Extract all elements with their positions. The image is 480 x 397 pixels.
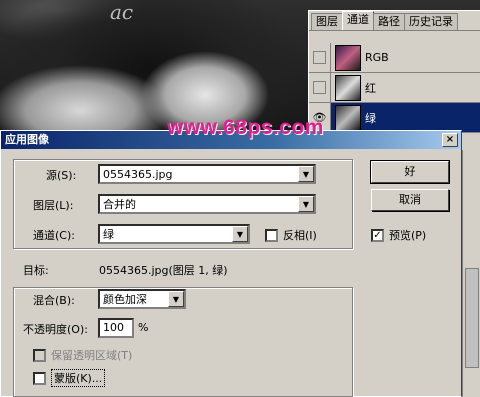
channel-thumbnail [335, 74, 361, 101]
layer-label: 图层(L): [33, 199, 74, 212]
target-label: 目标: [23, 264, 49, 277]
dialog-titlebar[interactable]: 应用图像 www.68ps.com × [1, 117, 461, 149]
channel-select[interactable]: 绿 ▼ [98, 224, 250, 244]
checkbox-box[interactable] [33, 371, 46, 385]
preserve-transparency-label: 保留透明区域(T) [51, 349, 133, 362]
preview-label: 预览(P) [389, 229, 427, 242]
watermark-logo: www.68ps.com [167, 116, 324, 139]
channel-row-red[interactable]: 红 [309, 72, 480, 103]
chevron-down-icon[interactable]: ▼ [232, 226, 248, 242]
dialog-title: 应用图像 [5, 133, 49, 146]
checkbox-box[interactable] [265, 228, 278, 242]
panel-edge [462, 150, 480, 397]
tab-channels[interactable]: 通道 [342, 11, 374, 30]
invert-checkbox[interactable]: 反相(I) [265, 227, 317, 243]
opacity-input[interactable]: 100 [98, 318, 134, 338]
chevron-down-icon[interactable]: ▼ [298, 196, 314, 212]
mask-checkbox[interactable]: 蒙版(K)... [33, 369, 106, 387]
channel-name: RGB [365, 51, 389, 64]
source-select[interactable]: 0554365.jpg ▼ [98, 164, 316, 184]
channel-name: 绿 [365, 111, 376, 125]
channel-name: 红 [365, 81, 376, 95]
checkmark-icon[interactable]: ✓ [371, 228, 384, 242]
tab-paths[interactable]: 路径 [373, 13, 405, 30]
preserve-transparency-checkbox: 保留透明区域(T) [33, 347, 132, 363]
scrollbar[interactable] [465, 268, 479, 368]
invert-label: 反相(I) [283, 229, 317, 242]
mask-label: 蒙版(K)... [51, 369, 106, 387]
layer-value: 合并的 [103, 198, 136, 211]
channel-row-rgb[interactable]: RGB [309, 42, 480, 73]
apply-image-dialog: 应用图像 www.68ps.com × 源(S): 0554365.jpg ▼ … [0, 117, 462, 397]
blending-value: 颜色加深 [103, 293, 147, 306]
tab-history[interactable]: 历史记录 [404, 13, 458, 30]
opacity-unit: % [138, 321, 149, 334]
channel-label: 通道(C): [33, 229, 75, 242]
chevron-down-icon[interactable]: ▼ [168, 291, 184, 307]
source-value: 0554365.jpg [103, 167, 173, 181]
blending-select[interactable]: 颜色加深 ▼ [98, 289, 186, 309]
channel-thumbnail [335, 104, 361, 131]
panel-tabs: 图层 通道 路径 历史记录 [309, 11, 480, 31]
source-label: 源(S): [46, 169, 77, 182]
channel-value: 绿 [103, 228, 114, 241]
ok-button[interactable]: 好 [370, 160, 450, 184]
opacity-label: 不透明度(O): [23, 323, 88, 336]
layer-select[interactable]: 合并的 ▼ [98, 194, 316, 214]
close-icon[interactable]: × [442, 133, 458, 147]
visibility-toggle[interactable] [309, 72, 331, 103]
checkbox-box [33, 348, 46, 362]
preview-checkbox[interactable]: ✓ 预览(P) [371, 227, 426, 243]
cancel-button[interactable]: 取消 [371, 189, 449, 211]
tab-layers[interactable]: 图层 [311, 13, 343, 30]
blending-label: 混合(B): [33, 294, 75, 307]
channels-panel: 图层 通道 路径 历史记录 RGB 红 👁 绿 [308, 10, 480, 150]
chevron-down-icon[interactable]: ▼ [298, 166, 314, 182]
channel-row-green[interactable]: 👁 绿 [309, 102, 480, 133]
photo-scribble: ac [110, 0, 134, 24]
visibility-toggle[interactable] [309, 42, 331, 73]
channel-thumbnail [335, 44, 361, 71]
target-value: 0554365.jpg(图层 1, 绿) [99, 264, 228, 277]
